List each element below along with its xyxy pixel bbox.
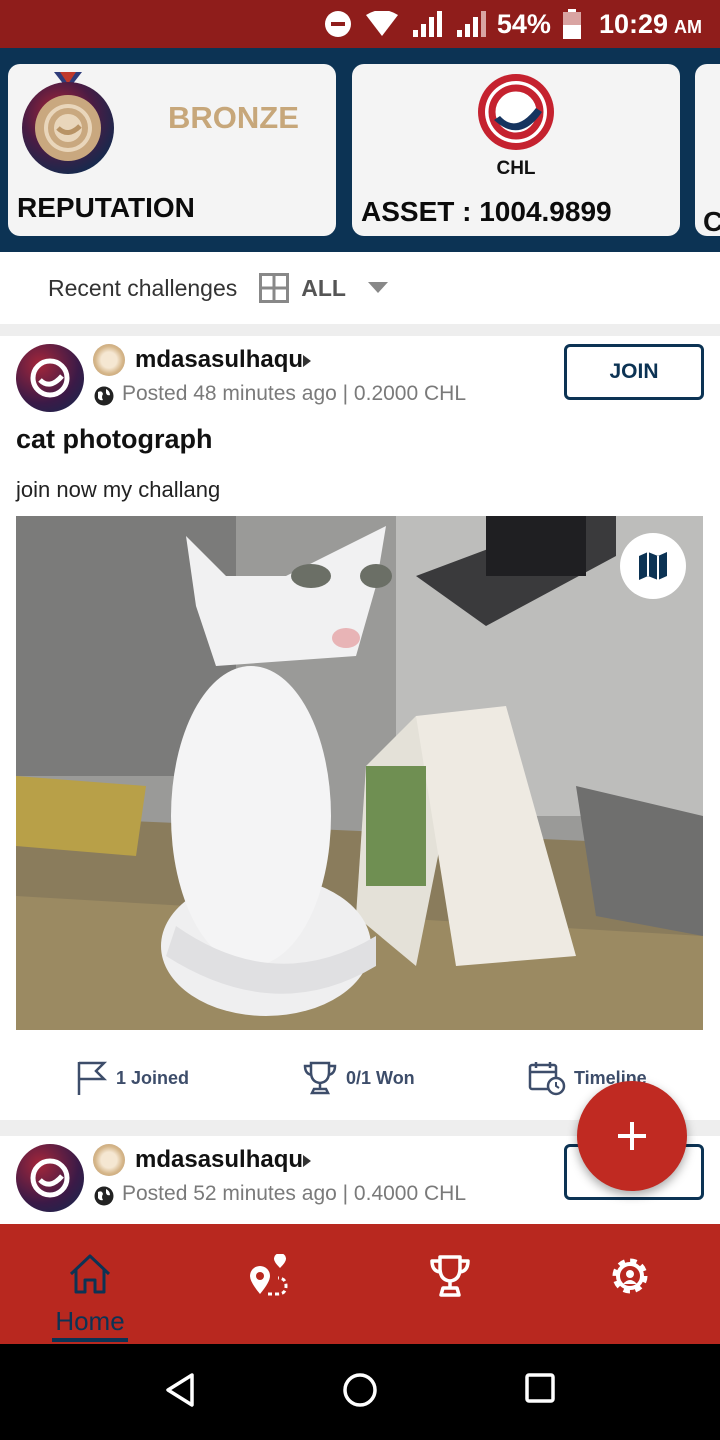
nav-settings[interactable] xyxy=(540,1224,720,1344)
home-button-icon[interactable] xyxy=(342,1372,378,1413)
challenge-post: mdasasulhaqu Posted 48 minutes ago | 0.2… xyxy=(0,336,720,1120)
third-card-partial[interactable]: C xyxy=(695,64,720,237)
reputation-card[interactable]: BRONZE REPUTATION xyxy=(8,64,336,236)
clock: 10:29 xyxy=(598,8,668,39)
won-count: 0/1 Won xyxy=(346,1067,415,1088)
reputation-label: REPUTATION xyxy=(17,192,195,223)
username[interactable]: mdasasulhaqu xyxy=(135,346,303,374)
active-tab-indicator xyxy=(52,1338,128,1342)
filter-select-value[interactable]: ALL xyxy=(301,275,346,302)
post-description: join now my challang xyxy=(16,477,221,502)
asset-value: ASSET : 1004.9899 xyxy=(361,196,612,227)
globe-icon xyxy=(94,1186,114,1211)
plus-icon xyxy=(618,1122,646,1150)
signal-icon-2 xyxy=(455,10,487,38)
trophy-icon xyxy=(303,1061,337,1095)
map-button[interactable] xyxy=(620,533,686,599)
join-button[interactable]: JOIN xyxy=(564,344,704,400)
map-icon xyxy=(639,552,667,580)
joined-stat[interactable]: 1 Joined xyxy=(76,1060,189,1096)
do-not-disturb-icon xyxy=(323,9,353,39)
challenge-filter-bar: Recent challenges ALL xyxy=(0,252,720,324)
wifi-icon xyxy=(365,11,399,37)
nav-challenges[interactable] xyxy=(360,1224,540,1344)
avatar[interactable] xyxy=(16,1144,84,1212)
chevron-down-icon[interactable] xyxy=(367,282,388,294)
back-icon[interactable] xyxy=(164,1372,196,1413)
globe-icon xyxy=(94,386,114,411)
asset-card[interactable]: CHL ASSET : 1004.9899 xyxy=(352,64,680,236)
battery-icon xyxy=(562,9,581,39)
bronze-medal-icon xyxy=(16,72,120,181)
create-challenge-button[interactable] xyxy=(577,1081,687,1191)
battery-percent: 54% xyxy=(496,8,551,39)
post-title: cat photograph xyxy=(16,424,213,454)
rank-name: BRONZE xyxy=(168,100,299,135)
avatar[interactable] xyxy=(16,344,84,412)
nav-home[interactable]: Home xyxy=(0,1224,180,1344)
cat-photo-illustration xyxy=(16,516,703,1030)
post-meta: Posted 48 minutes ago | 0.2000 CHL xyxy=(122,382,467,405)
recent-challenges-label: Recent challenges xyxy=(48,274,238,301)
system-nav-bar xyxy=(0,1344,720,1440)
header-cards: BRONZE REPUTATION CHL ASSET : 1004.9899 … xyxy=(0,48,720,252)
caret-right-icon[interactable] xyxy=(303,1154,311,1172)
joined-count: 1 Joined xyxy=(116,1067,190,1088)
status-bar: 54% 10:29 AM xyxy=(0,0,720,48)
nav-location[interactable] xyxy=(180,1224,360,1344)
bottom-nav: Home xyxy=(0,1224,720,1344)
post-photo[interactable] xyxy=(16,516,703,1030)
recents-icon[interactable] xyxy=(524,1372,556,1409)
clock-ampm: AM xyxy=(674,16,702,37)
bronze-badge-icon xyxy=(93,1144,125,1176)
username[interactable]: mdasasulhaqu xyxy=(135,1146,303,1174)
trophy-icon xyxy=(430,1255,470,1297)
post-meta: Posted 52 minutes ago | 0.4000 CHL xyxy=(122,1182,467,1205)
home-icon xyxy=(69,1254,111,1294)
won-stat[interactable]: 0/1 Won xyxy=(302,1060,415,1096)
signal-icon xyxy=(411,10,443,38)
flag-icon xyxy=(77,1061,108,1095)
caret-right-icon[interactable] xyxy=(303,354,311,372)
calendar-clock-icon xyxy=(528,1062,566,1096)
route-icon xyxy=(250,1254,288,1296)
currency-label: CHL xyxy=(496,158,536,179)
grid-icon[interactable] xyxy=(259,273,290,303)
gear-icon xyxy=(612,1258,648,1294)
section-divider xyxy=(0,324,720,336)
chl-coin-icon xyxy=(476,72,556,157)
bronze-badge-icon xyxy=(93,344,125,376)
third-card-label: C xyxy=(703,206,720,237)
home-label: Home xyxy=(55,1306,125,1336)
